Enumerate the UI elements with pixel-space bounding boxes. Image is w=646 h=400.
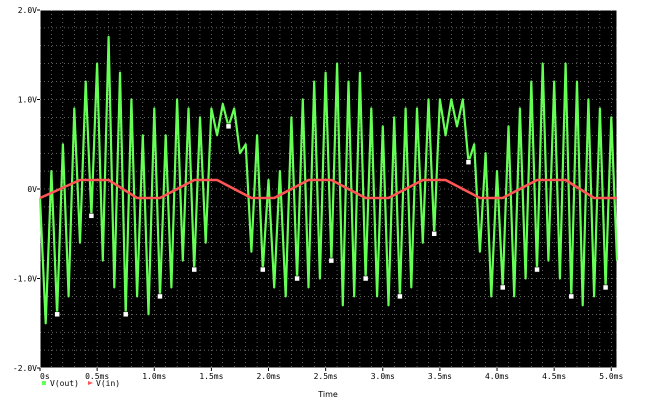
legend-marker-triangle bbox=[88, 381, 93, 385]
data-point-marker bbox=[602, 284, 609, 291]
legend-label: V(out) bbox=[50, 379, 79, 388]
x-tick-label: 5.0ms bbox=[599, 372, 623, 381]
y-tick-label: 1.0V bbox=[18, 96, 37, 105]
x-tick-label: 4.0ms bbox=[485, 372, 509, 381]
x-axis-title: Time bbox=[317, 390, 338, 399]
waveform-plot: -2.0V-1.0V0V1.0V2.0V 0s 0.5ms 1.0ms 1.5ms 2.… bbox=[13, 6, 624, 399]
data-point-marker bbox=[157, 293, 163, 300]
data-point-marker bbox=[260, 266, 266, 273]
x-tick-label: 4.5ms bbox=[542, 372, 566, 381]
data-point-marker bbox=[568, 293, 575, 300]
y-tick-label: 2.0V bbox=[18, 6, 37, 15]
data-point-marker bbox=[191, 266, 197, 273]
data-point-marker bbox=[534, 266, 540, 273]
data-point-marker bbox=[54, 311, 60, 318]
data-point-marker bbox=[431, 231, 437, 237]
y-tick-label: -2.0V bbox=[13, 364, 37, 373]
x-tick-label: 2.5ms bbox=[314, 372, 338, 381]
data-point-marker bbox=[499, 284, 506, 291]
legend-label: V(in) bbox=[96, 379, 120, 388]
x-tick-label: 2.0ms bbox=[256, 372, 280, 381]
data-point-marker bbox=[397, 293, 403, 300]
y-axis-ticks: -2.0V -1.0V 0V 1.0V 2.0V bbox=[13, 6, 40, 373]
x-tick-label: 1.0ms bbox=[142, 372, 166, 381]
y-tick-label: -1.0V bbox=[13, 275, 37, 284]
data-point-marker bbox=[225, 123, 232, 130]
x-tick-label: 0s bbox=[40, 372, 50, 381]
x-tick-label: 3.0ms bbox=[371, 372, 395, 381]
x-tick-label: 3.5ms bbox=[428, 372, 452, 381]
data-point-marker bbox=[294, 275, 300, 282]
y-tick-label: 0V bbox=[27, 185, 37, 194]
data-point-marker bbox=[122, 311, 129, 318]
x-tick-label: 1.5ms bbox=[199, 372, 223, 381]
data-point-marker bbox=[362, 275, 369, 282]
legend-marker-square bbox=[42, 381, 46, 385]
legend: V(out) V(in) bbox=[42, 379, 120, 388]
data-point-marker bbox=[465, 159, 472, 165]
data-point-marker bbox=[328, 257, 335, 264]
x-axis-ticks: 0s 0.5ms 1.0ms 1.5ms 2.0ms 2.5ms 3.0ms 3.5ms 4.0… bbox=[39, 368, 624, 381]
data-point-marker bbox=[88, 213, 95, 219]
